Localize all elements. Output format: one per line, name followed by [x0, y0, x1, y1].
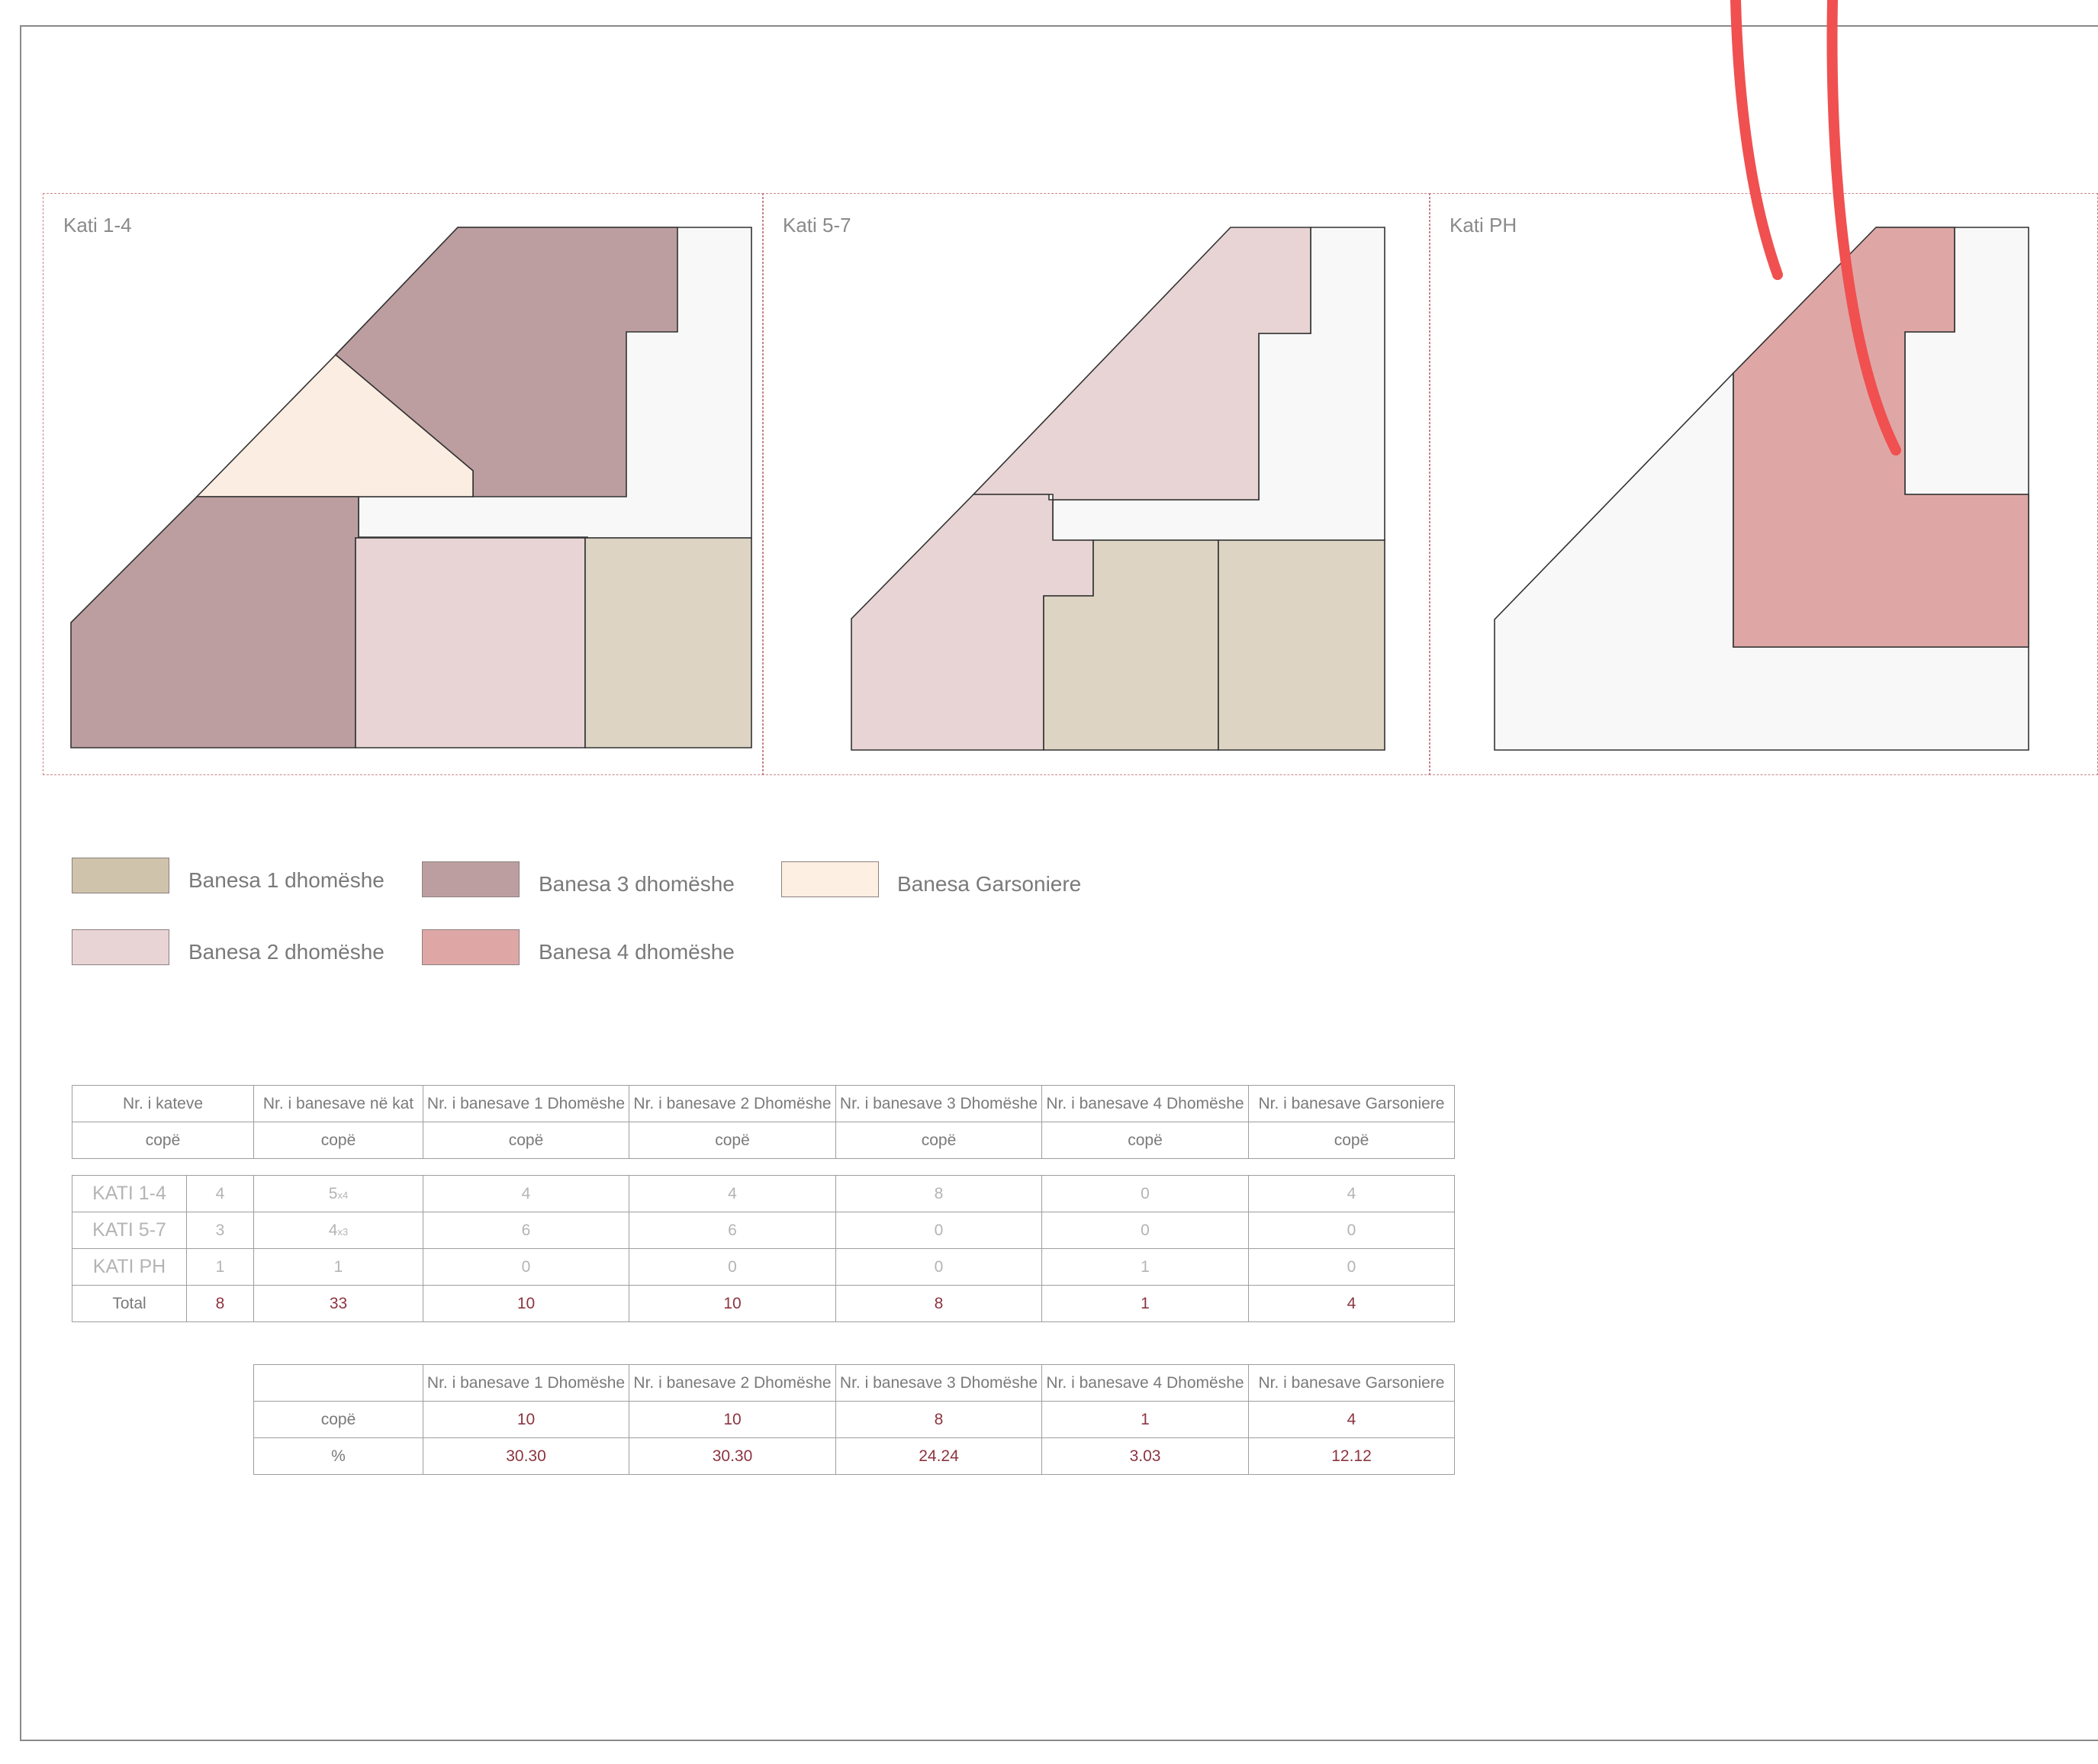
summary-cell: 4	[1248, 1401, 1455, 1438]
header-banesa-3: Nr. i banesave 3 Dhomëshe	[835, 1085, 1042, 1122]
summary-cell: 30.30	[423, 1437, 629, 1475]
table-row-kati-1-4: KATI 1-4 4 5x4 4 4 8 0 4	[72, 1175, 1455, 1212]
summary-corner	[253, 1364, 423, 1402]
total-b2: 10	[629, 1285, 836, 1322]
row-b1: 6	[423, 1212, 629, 1249]
total-label: Total	[72, 1285, 187, 1322]
summary-cell: 3.03	[1041, 1437, 1249, 1475]
unit-cell: copë	[1041, 1122, 1249, 1159]
table-row-kati-5-7: KATI 5-7 3 4x3 6 6 0 0 0	[72, 1212, 1455, 1249]
plan-1-apartment-1-room	[584, 537, 752, 748]
header-banesa-2: Nr. i banesave 2 Dhomëshe	[629, 1085, 836, 1122]
row-b4: 0	[1041, 1175, 1249, 1212]
row-b4: 0	[1041, 1212, 1249, 1249]
summary-row-count: copë 10 10 8 1 4	[253, 1401, 1455, 1438]
header-banesa-4: Nr. i banesave 4 Dhomëshe	[1041, 1085, 1249, 1122]
total-b3: 8	[835, 1285, 1042, 1322]
unit-cell: copë	[835, 1122, 1042, 1159]
total-b4: 1	[1041, 1285, 1249, 1322]
summary-table: Nr. i banesave 1 Dhomëshe Nr. i banesave…	[253, 1364, 1455, 1475]
row-b4: 1	[1041, 1248, 1249, 1286]
row-b2: 6	[629, 1212, 836, 1249]
unit-cell: copë	[253, 1122, 423, 1159]
row-name: KATI PH	[72, 1248, 187, 1286]
legend-swatch-banesa-4	[422, 929, 520, 965]
annotation-stroke-left	[1730, 0, 1783, 280]
row-floors: 1	[186, 1248, 254, 1286]
summary-header-b4: Nr. i banesave 4 Dhomëshe	[1041, 1364, 1249, 1402]
row-per-floor: 5x4	[253, 1175, 423, 1212]
row-b2: 4	[629, 1175, 836, 1212]
summary-header-b1: Nr. i banesave 1 Dhomëshe	[423, 1364, 629, 1402]
summary-cell: 1	[1041, 1401, 1249, 1438]
summary-header-b2: Nr. i banesave 2 Dhomëshe	[629, 1364, 836, 1402]
units-table-body: KATI 1-4 4 5x4 4 4 8 0 4 KATI 5-7 3 4x3 …	[72, 1175, 1455, 1322]
legend-swatch-banesa-2	[72, 929, 169, 965]
total-floors: 8	[186, 1285, 254, 1322]
summary-row-label: %	[253, 1437, 423, 1475]
row-floors: 3	[186, 1212, 254, 1249]
row-per-floor: 4x3	[253, 1212, 423, 1249]
unit-cell: copë	[629, 1122, 836, 1159]
unit-cell: copë	[1248, 1122, 1455, 1159]
summary-cell: 24.24	[835, 1437, 1042, 1475]
row-b2: 0	[629, 1248, 836, 1286]
summary-row-label: copë	[253, 1401, 423, 1438]
summary-header-b3: Nr. i banesave 3 Dhomëshe	[835, 1364, 1042, 1402]
total-per-floor: 33	[253, 1285, 423, 1322]
legend-label-banesa-2: Banesa 2 dhomëshe	[188, 940, 385, 964]
header-banesa-1: Nr. i banesave 1 Dhomëshe	[423, 1085, 629, 1122]
row-b3: 8	[835, 1175, 1042, 1212]
row-b1: 4	[423, 1175, 629, 1212]
summary-cell: 30.30	[629, 1437, 836, 1475]
row-floors: 4	[186, 1175, 254, 1212]
row-per-floor: 1	[253, 1248, 423, 1286]
total-g: 4	[1248, 1285, 1455, 1322]
row-b3: 0	[835, 1212, 1042, 1249]
total-b1: 10	[423, 1285, 629, 1322]
unit-cell: copë	[423, 1122, 629, 1159]
units-table-header: Nr. i kateve Nr. i banesave në kat Nr. i…	[72, 1085, 1455, 1159]
row-g: 0	[1248, 1248, 1455, 1286]
summary-header-g: Nr. i banesave Garsoniere	[1248, 1364, 1455, 1402]
summary-cell: 8	[835, 1401, 1042, 1438]
row-name: KATI 5-7	[72, 1212, 187, 1249]
summary-cell: 12.12	[1248, 1437, 1455, 1475]
legend-label-banesa-3: Banesa 3 dhomëshe	[539, 872, 735, 896]
plan-1-apartment-3-room-left	[70, 496, 359, 748]
table-row-total: Total 8 33 10 10 8 1 4	[72, 1285, 1455, 1322]
unit-cell: copë	[72, 1122, 254, 1159]
plan-2-apartment-1-room-b	[1218, 539, 1385, 751]
legend-swatch-garsoniere	[781, 861, 879, 897]
header-garsoniere: Nr. i banesave Garsoniere	[1248, 1085, 1455, 1122]
row-name: KATI 1-4	[72, 1175, 187, 1212]
plan-1-apartment-2-room	[355, 537, 586, 748]
legend-swatch-banesa-3	[422, 861, 520, 897]
row-b3: 0	[835, 1248, 1042, 1286]
legend-label-banesa-4: Banesa 4 dhomëshe	[539, 940, 735, 964]
row-b1: 0	[423, 1248, 629, 1286]
header-nr-kateve: Nr. i kateve	[72, 1085, 254, 1122]
summary-cell: 10	[423, 1401, 629, 1438]
header-nr-banesave-kat: Nr. i banesave në kat	[253, 1085, 423, 1122]
row-g: 0	[1248, 1212, 1455, 1249]
summary-cell: 10	[629, 1401, 836, 1438]
row-g: 4	[1248, 1175, 1455, 1212]
legend-swatch-banesa-1	[72, 858, 169, 893]
legend-label-garsoniere: Banesa Garsoniere	[897, 872, 1082, 896]
legend-label-banesa-1: Banesa 1 dhomëshe	[188, 868, 385, 892]
summary-row-percent: % 30.30 30.30 24.24 3.03 12.12	[253, 1437, 1455, 1475]
table-row-kati-ph: KATI PH 1 1 0 0 0 1 0	[72, 1248, 1455, 1286]
